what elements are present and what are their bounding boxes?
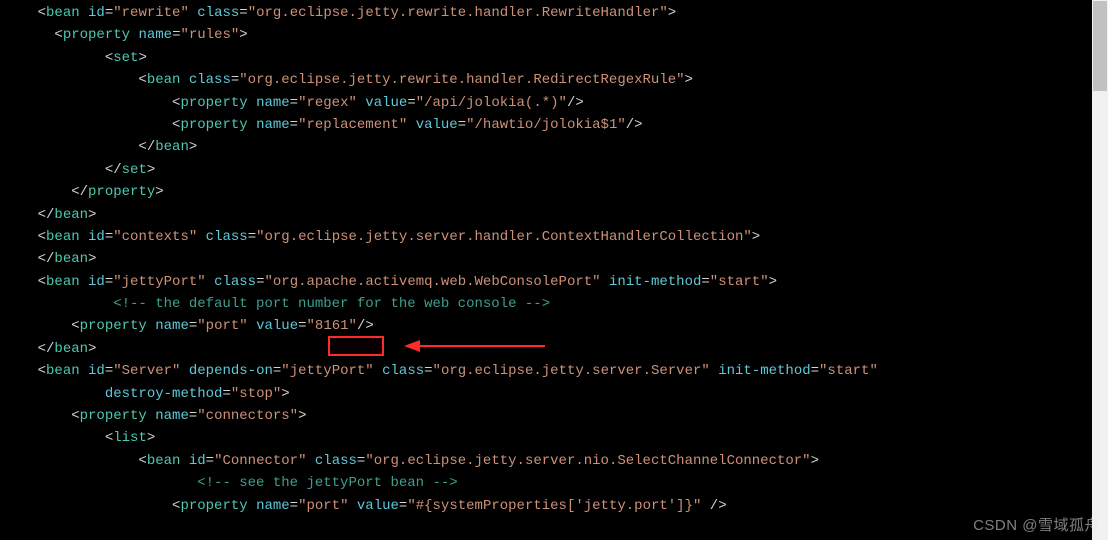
code-block: <bean id="rewrite" class="org.eclipse.je… [0, 2, 1108, 517]
code-line: <property name="connectors"> [4, 405, 1108, 427]
code-line: </bean> [4, 248, 1108, 270]
code-line: <property name="port" value="8161"/> [4, 315, 1108, 337]
code-line: </bean> [4, 204, 1108, 226]
code-line: <bean class="org.eclipse.jetty.rewrite.h… [4, 69, 1108, 91]
code-line: </set> [4, 159, 1108, 181]
code-line: </bean> [4, 338, 1108, 360]
code-line: destroy-method="stop"> [4, 383, 1108, 405]
code-line: <property name="rules"> [4, 24, 1108, 46]
code-line: <bean id="rewrite" class="org.eclipse.je… [4, 2, 1108, 24]
scrollbar-track[interactable] [1092, 0, 1108, 540]
code-line: <!-- see the jettyPort bean --> [4, 472, 1108, 494]
code-line: <bean id="Server" depends-on="jettyPort"… [4, 360, 1108, 382]
code-line: </property> [4, 181, 1108, 203]
code-line: <property name="regex" value="/api/jolok… [4, 92, 1108, 114]
code-line: <bean id="contexts" class="org.eclipse.j… [4, 226, 1108, 248]
code-line: </bean> [4, 136, 1108, 158]
code-line: <property name="port" value="#{systemPro… [4, 495, 1108, 517]
code-line: <!-- the default port number for the web… [4, 293, 1108, 315]
code-line: <bean id="Connector" class="org.eclipse.… [4, 450, 1108, 472]
code-line: <set> [4, 47, 1108, 69]
scrollbar-thumb[interactable] [1093, 1, 1107, 91]
code-line: <property name="replacement" value="/haw… [4, 114, 1108, 136]
code-line: <list> [4, 427, 1108, 449]
watermark-text: CSDN @雪域孤舟 [973, 514, 1100, 538]
code-line: <bean id="jettyPort" class="org.apache.a… [4, 271, 1108, 293]
